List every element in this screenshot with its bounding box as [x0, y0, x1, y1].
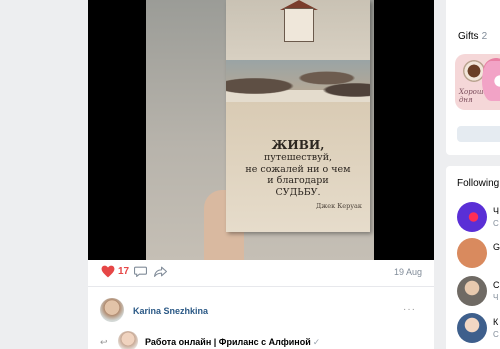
following-name[interactable]: С [493, 280, 500, 290]
heart-icon[interactable] [101, 265, 115, 278]
gifts-title-text[interactable]: Gifts [458, 31, 479, 42]
comment-header: Karina Snezhkina ··· [100, 298, 422, 324]
post-actions: 17 19 Aug [88, 260, 434, 282]
following-subtitle: С [493, 219, 499, 228]
photo-frame: ЖИВИ, путешествуй, не сожалей ни о чем и… [146, 0, 374, 260]
chapel-image [284, 8, 314, 42]
following-block: Following Ч С G С Ч К С [446, 166, 500, 349]
group-avatar[interactable] [118, 331, 138, 349]
post-card: ЖИВИ, путешествуй, не сожалей ни о чем и… [88, 0, 434, 349]
quote-line-4: и благодари [267, 175, 329, 186]
following-name[interactable]: Ч [493, 206, 499, 216]
following-avatar[interactable] [457, 202, 487, 232]
following-subtitle: Ч [493, 293, 499, 302]
book-quote: ЖИВИ, путешествуй, не сожалей ни о чем и… [234, 138, 362, 210]
avatar[interactable] [100, 298, 124, 322]
quote-line-2: путешествуй, [263, 152, 333, 163]
rocks-image [226, 62, 370, 102]
more-options-icon[interactable]: ··· [403, 304, 416, 315]
send-gift-button[interactable] [457, 126, 500, 142]
comment-icon[interactable] [134, 266, 147, 277]
share-icon[interactable] [154, 266, 167, 277]
following-item[interactable]: С Ч [457, 276, 500, 306]
repost-arrow-icon: ↩ [100, 337, 108, 347]
following-avatar[interactable] [457, 238, 487, 268]
group-name-text[interactable]: Работа онлайн | Фриланс с Алфиной [145, 337, 311, 347]
following-name[interactable]: G [493, 242, 500, 252]
quote-author: Джек Керуак [315, 202, 362, 210]
following-avatar[interactable] [457, 276, 487, 306]
verified-icon: ✓ [312, 337, 321, 347]
gifts-title[interactable]: Gifts 2 [458, 31, 487, 42]
book-cover-image: ЖИВИ, путешествуй, не сожалей ни о чем и… [226, 0, 370, 232]
group-name-link[interactable]: Работа онлайн | Фриланс с Алфиной ✓ [145, 337, 320, 348]
divider [88, 286, 434, 287]
following-item[interactable]: Ч С [457, 202, 500, 232]
quote-line-5: СУДЬБУ. [275, 186, 321, 198]
gifts-count: 2 [481, 31, 488, 42]
comment-author-link[interactable]: Karina Snezhkina [133, 306, 208, 316]
gift-donut-image[interactable] [482, 61, 500, 101]
post-photo[interactable]: ЖИВИ, путешествуй, не сожалей ни о чем и… [88, 0, 434, 260]
quote-line-3: не сожалей ни о чем [245, 163, 351, 175]
post-date[interactable]: 19 Aug [394, 267, 422, 277]
following-item[interactable]: К С [457, 313, 500, 343]
following-title[interactable]: Following [457, 178, 499, 189]
following-item[interactable]: G [457, 238, 500, 268]
following-avatar[interactable] [457, 313, 487, 343]
quote-line-1: ЖИВИ, [271, 138, 325, 152]
repost-header: ↩ Работа онлайн | Фриланс с Алфиной ✓ [100, 331, 422, 349]
following-name[interactable]: К [493, 317, 498, 327]
following-subtitle: С [493, 330, 499, 339]
like-count[interactable]: 17 [118, 266, 129, 277]
